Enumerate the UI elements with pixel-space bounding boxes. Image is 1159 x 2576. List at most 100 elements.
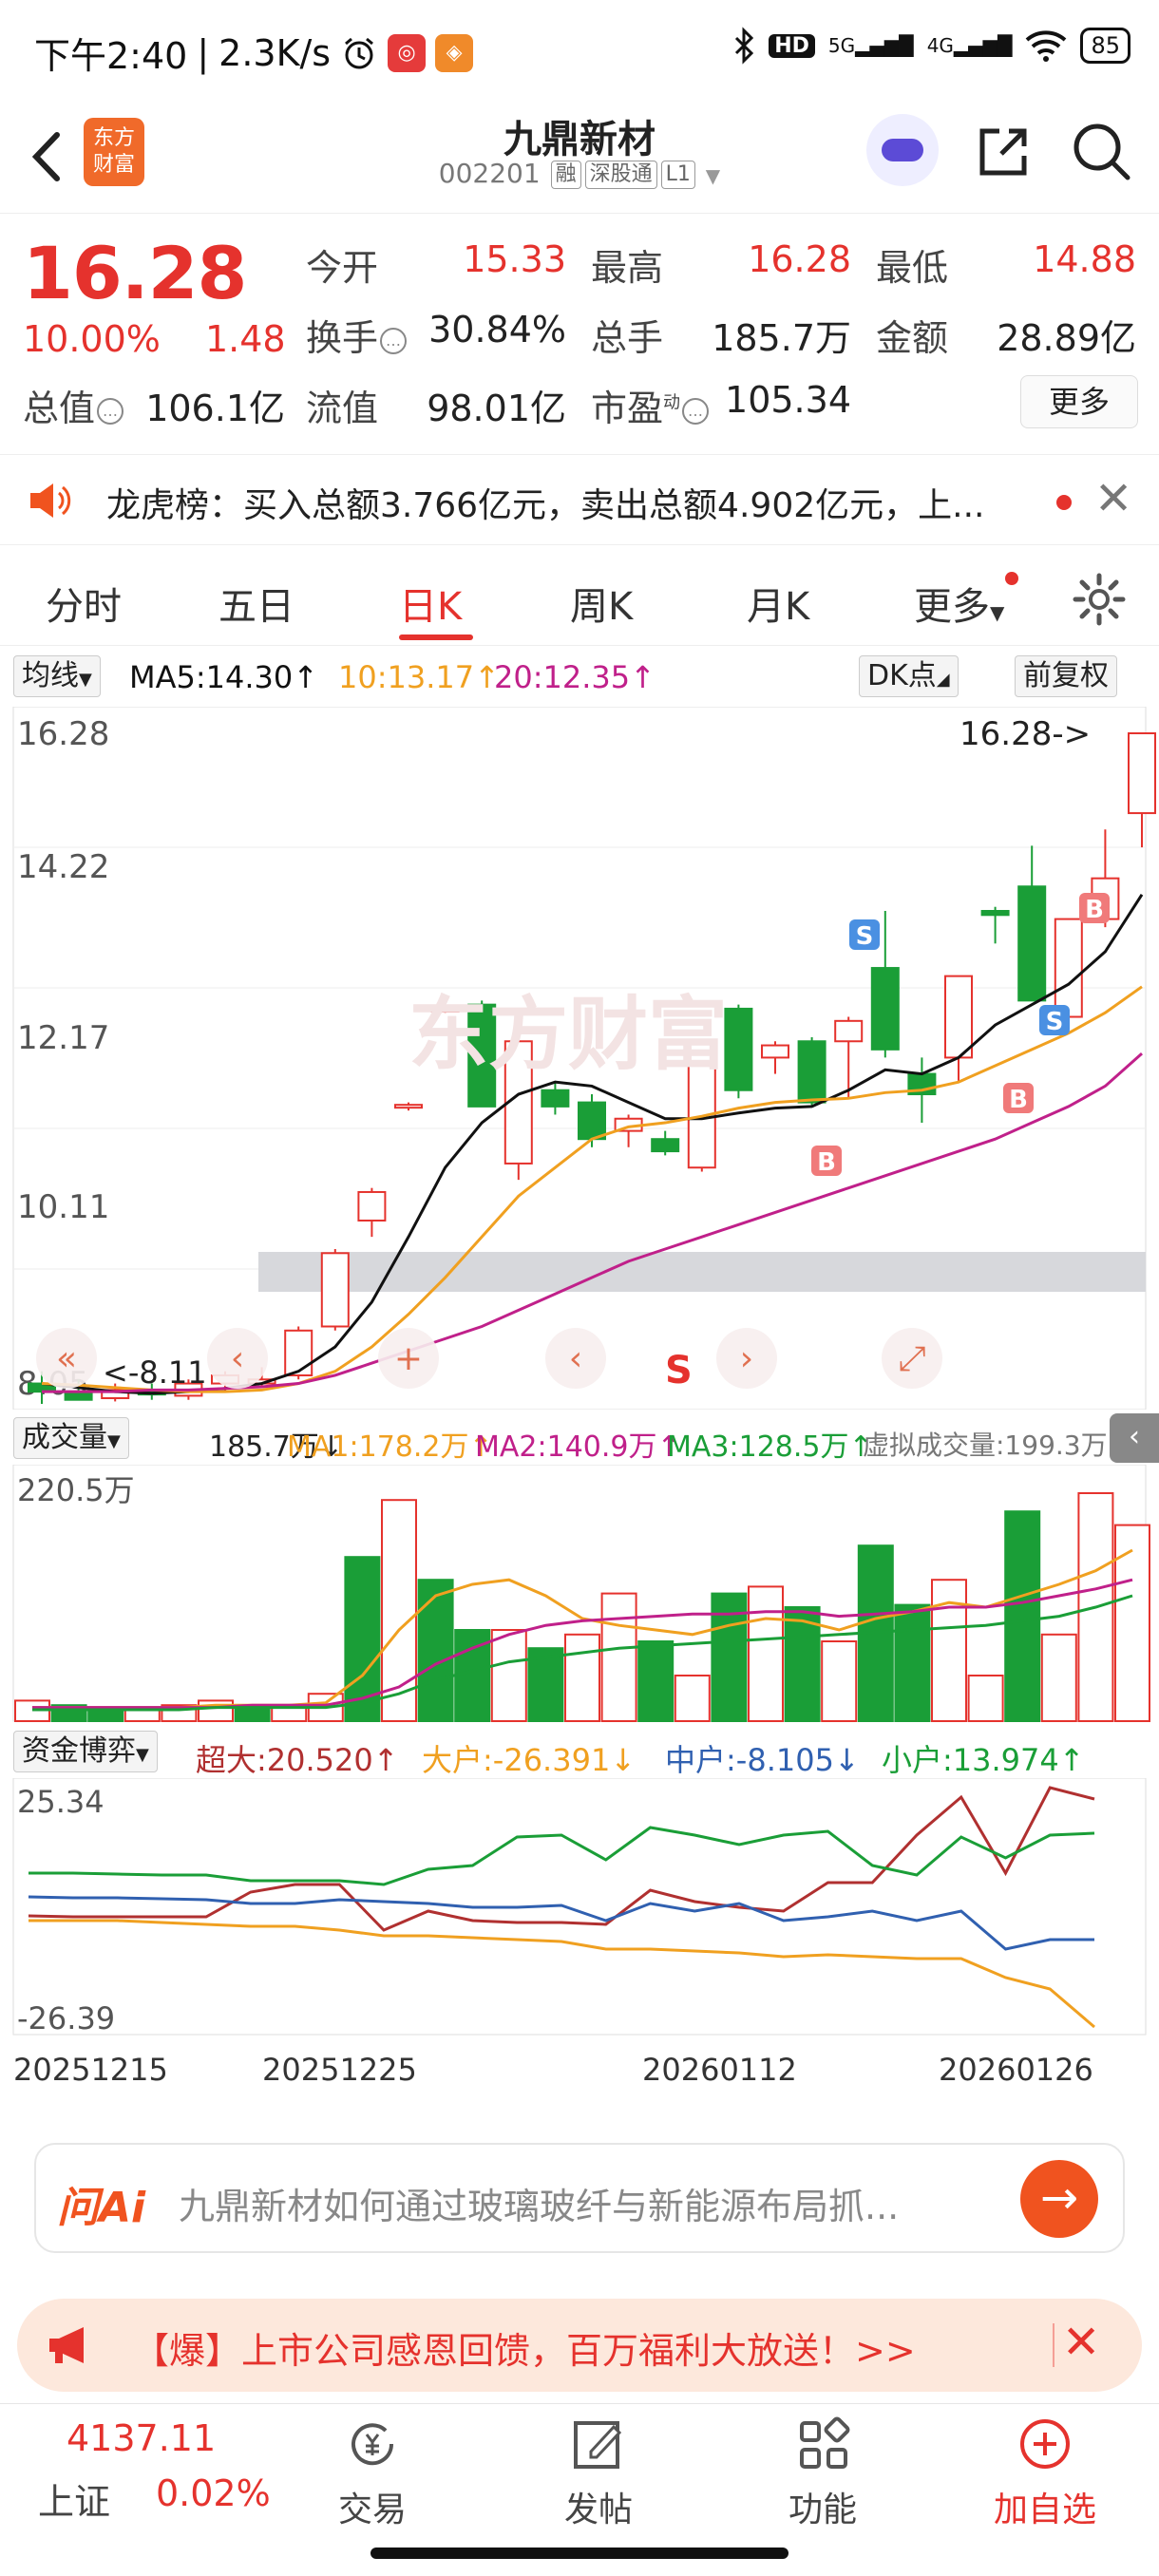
nav-trade[interactable]: 交易 (296, 2414, 448, 2531)
virtual-volume: 虚拟成交量:199.3万 (863, 1430, 1108, 1461)
date-label: 20260112 (642, 2052, 797, 2088)
share-icon[interactable] (973, 122, 1034, 182)
chevron-down-icon: ▼ (990, 601, 1005, 624)
ai-prompt-text: 九鼎新材如何通过玻璃玻纤与新能源布局抓... (179, 2186, 900, 2227)
tab-intraday[interactable]: 分时 (46, 576, 122, 631)
vol-ma3: MA3:128.5万↑ (667, 1430, 873, 1464)
collapse-panel-button[interactable]: ‹ (1110, 1413, 1159, 1463)
chevron-down-icon: ▼ (705, 164, 721, 187)
change-amount: 1.48 (205, 318, 286, 360)
candle (797, 1040, 826, 1104)
volume-bar (748, 1585, 784, 1722)
tag-connect: 深股通 (584, 161, 657, 189)
promo-text: 【爆】上市公司感恩回馈，百万福利大放送！>> (133, 2330, 916, 2372)
nav-post[interactable]: 发帖 (522, 2414, 674, 2531)
price-axis-label: 16.28 (17, 715, 109, 753)
ai-question-bar[interactable]: 问Ai 九鼎新材如何通过玻璃玻纤与新能源布局抓... → (34, 2143, 1125, 2253)
change-percent: 10.00% (23, 318, 161, 360)
gear-icon[interactable] (1072, 572, 1127, 627)
stock-code: 002201 (438, 158, 541, 189)
volume-bar (1114, 1524, 1150, 1722)
dragon-tiger-notice[interactable]: 龙虎榜：买入总额3.766亿元，卖出总额4.902亿元，上... ✕ (0, 454, 1159, 545)
floatcap-label: 流值 (306, 388, 379, 429)
close-icon[interactable]: ✕ (1062, 2316, 1100, 2369)
tab-more[interactable]: 更多▼ (914, 576, 1004, 631)
vol-ma1: MA1:178.2万↑ (287, 1430, 493, 1464)
wifi-icon (1026, 30, 1067, 62)
volume-chart[interactable]: 220.5万 (0, 1465, 1159, 1723)
nav-add-watchlist[interactable]: 加自选 (969, 2414, 1121, 2531)
tag-level: L1 (660, 161, 695, 189)
plus-circle-icon (1020, 2419, 1070, 2469)
indicator-select[interactable]: 均线▼ (13, 655, 101, 697)
fund-axis-bottom: -26.39 (17, 2000, 115, 2036)
tab-five-day[interactable]: 五日 (218, 576, 294, 631)
mktcap-label: 总值… (23, 379, 124, 431)
tab-weekly-k[interactable]: 周K (570, 576, 633, 631)
more-quote-button[interactable]: 更多 (1020, 375, 1138, 428)
ma5-value: MA5:14.30↑ (129, 659, 319, 695)
fund-flow-chart[interactable]: 25.34 -26.39 (0, 1778, 1159, 2036)
volume-label: 总手 (591, 317, 664, 359)
signal-4g-icon: 4G▂▄▆█ (926, 34, 1013, 57)
low-label: 最低 (876, 247, 949, 289)
volume-bar (344, 1556, 381, 1722)
nav-post-label: 发帖 (563, 2491, 633, 2529)
adjust-select[interactable]: 前复权 (1015, 655, 1117, 697)
ai-logo: 问Ai (57, 2184, 146, 2232)
tab-monthly-k[interactable]: 月K (747, 576, 809, 631)
tab-daily-k[interactable]: 日K (399, 576, 462, 631)
app-notification-icon-2: ◈ (435, 33, 474, 72)
dk-point-toggle[interactable]: DK点◢ (859, 655, 959, 697)
signal-5g-icon: 5G▂▄▆█ (827, 34, 914, 57)
search-icon[interactable] (1068, 118, 1134, 184)
kline-chart[interactable]: 16.2814.2212.1710.118.0516.28-><-8.11东方财… (0, 707, 1159, 1410)
volume-legend-bar: 成交量▼ 185.7万↓ MA1:178.2万↑ MA2:140.9万↑ MA3… (0, 1411, 1159, 1465)
index-value[interactable]: 4137.11 (66, 2417, 216, 2459)
volume-bar (490, 1629, 527, 1722)
index-name[interactable]: 上证 (38, 2472, 110, 2525)
last-price: 16.28 (23, 231, 247, 315)
divider (1053, 2323, 1054, 2367)
info-icon[interactable]: … (97, 397, 124, 425)
status-time: 下午2:40 (34, 35, 188, 77)
open-label: 今开 (306, 247, 379, 289)
mktcap-value: 106.1亿 (145, 388, 285, 429)
volume-bar (87, 1709, 124, 1722)
rewind-control-glyph: « (56, 1339, 77, 1378)
volume-indicator-select[interactable]: 成交量▼ (13, 1417, 129, 1459)
ma10-value: 10:13.17↑ (338, 659, 500, 695)
promo-banner[interactable]: 【爆】上市公司感恩回馈，百万福利大放送！>> ✕ (17, 2299, 1142, 2392)
candle (870, 967, 900, 1051)
next-control-glyph: › (740, 1339, 753, 1378)
candle (834, 1019, 864, 1043)
nav-functions[interactable]: 功能 (747, 2414, 899, 2531)
vol-ma2: MA2:140.9万↑ (475, 1430, 681, 1464)
bluetooth-icon (735, 27, 754, 65)
active-tab-indicator (399, 635, 473, 640)
status-net-speed: 2.3K/s (218, 31, 332, 74)
volume-bar (931, 1579, 967, 1722)
volume-axis-label: 220.5万 (17, 1472, 135, 1508)
fund-indicator-select[interactable]: 资金博弈▼ (13, 1731, 158, 1772)
date-label: 20251225 (262, 2052, 417, 2088)
fullscreen-control-glyph: ⤢ (899, 1339, 926, 1378)
volume-bar (894, 1603, 931, 1723)
candle (394, 1104, 423, 1109)
header-bar: 东方 财富 九鼎新材 002201 融深股通 L1 ▼ (0, 104, 1159, 214)
info-icon[interactable]: … (380, 327, 408, 354)
sell-signal-badge-label: S (1046, 1008, 1064, 1036)
ma-legend-bar: 均线▼ MA5:14.30↑ 10:13.17↑ 20:12.35↑ DK点◢ … (0, 648, 1159, 707)
index-change[interactable]: 0.02% (156, 2472, 271, 2514)
close-icon[interactable]: ✕ (1094, 472, 1132, 525)
date-label: 20260126 (939, 2052, 1093, 2088)
volume-bar (674, 1675, 711, 1722)
unread-dot (1056, 495, 1072, 510)
latest-price-marker: 16.28-> (960, 715, 1091, 753)
ai-assistant-avatar[interactable] (866, 114, 939, 186)
arrow-right-icon[interactable]: → (1020, 2160, 1098, 2238)
info-icon[interactable]: … (682, 397, 710, 425)
nav-add-watchlist-label: 加自选 (993, 2491, 1096, 2529)
low-price-marker: <-8.11 (103, 1354, 207, 1391)
home-indicator (370, 2548, 788, 2559)
